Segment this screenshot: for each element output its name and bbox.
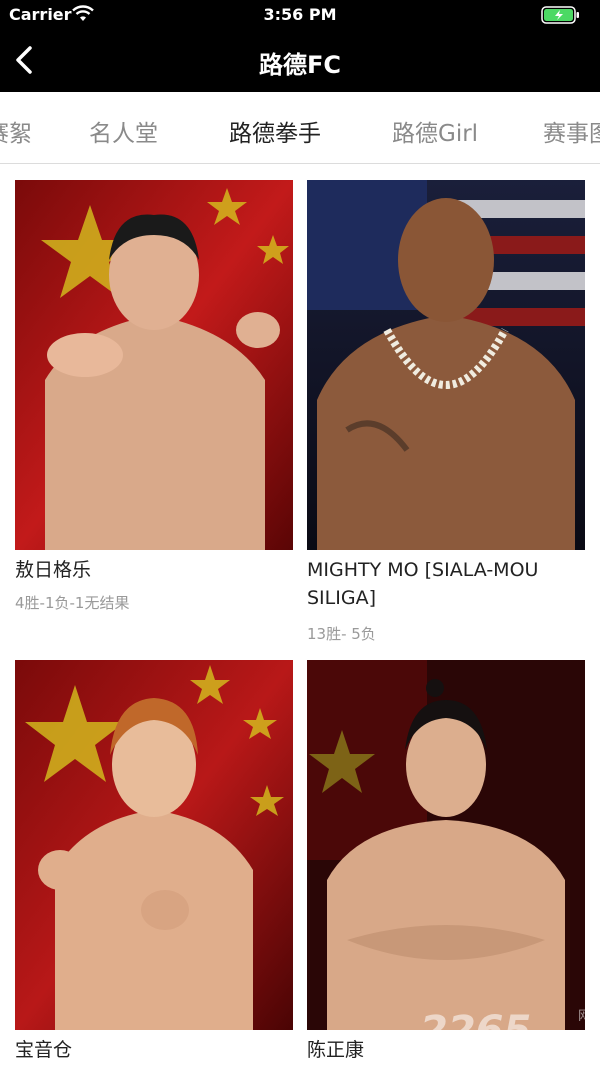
- fighter-record: 13胜- 5负: [307, 625, 376, 643]
- category-tabs: 赛絮 名人堂 路德拳手 路德Girl 赛事图: [0, 92, 600, 164]
- battery-icon: [541, 6, 579, 24]
- tab-partial-left[interactable]: 赛絮: [0, 114, 32, 148]
- fighter-name: MIGHTY MO [SIALA-MOU SILIGA]: [307, 559, 539, 609]
- navigation-bar: 路德FC: [0, 30, 600, 92]
- tab-girls[interactable]: 路德Girl: [392, 114, 478, 148]
- fighter-name: 敖日格乐: [15, 559, 92, 581]
- clock: 3:56 PM: [263, 5, 337, 24]
- svg-text:2265: 2265: [420, 1008, 531, 1054]
- svg-text:网: 网: [578, 1009, 591, 1024]
- fighter-photo: [15, 180, 293, 550]
- fighter-photo: [307, 180, 585, 550]
- site-watermark: 2265 .com 网: [420, 1008, 591, 1054]
- fighter-photo: [307, 660, 585, 1030]
- status-bar: Carrier 3:56 PM: [0, 0, 600, 30]
- fighter-photo: [15, 660, 293, 1030]
- page-title: 路德FC: [258, 51, 341, 79]
- fighter-name: 宝音仓: [15, 1039, 73, 1061]
- fighter-record: 4胜-1负-1无结果: [15, 594, 130, 612]
- tab-fighters[interactable]: 路德拳手: [229, 114, 321, 148]
- tab-hall-of-fame[interactable]: 名人堂: [89, 114, 158, 148]
- svg-text:.com: .com: [528, 1025, 587, 1050]
- tab-partial-right[interactable]: 赛事图: [543, 114, 600, 148]
